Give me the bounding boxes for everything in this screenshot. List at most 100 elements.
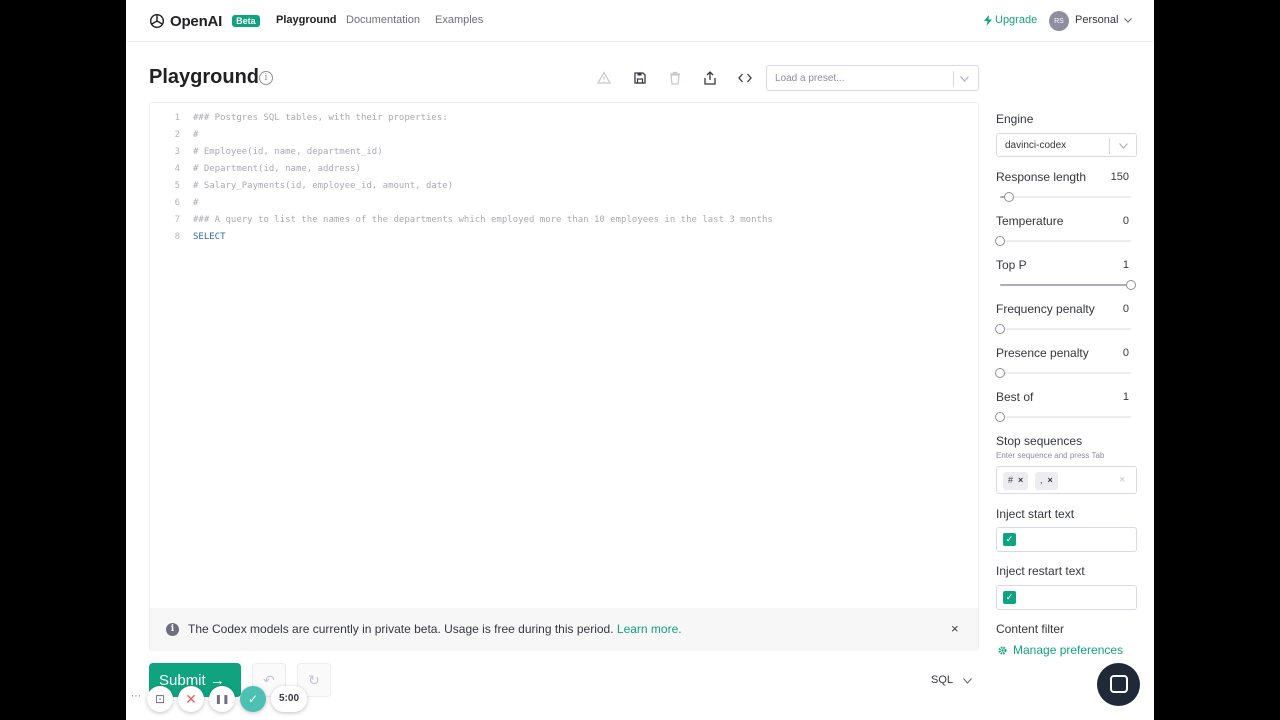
line-number: 4	[174, 164, 180, 174]
presence-penalty-slider[interactable]	[995, 368, 1133, 378]
openai-logo-icon	[149, 13, 165, 29]
save-icon[interactable]	[632, 70, 648, 86]
code-line: 6 #	[150, 198, 950, 215]
top-p-slider[interactable]	[996, 280, 1136, 290]
recording-timer: 5:00	[271, 686, 308, 712]
stop-sequences-input[interactable]: # × , × ×	[996, 466, 1137, 494]
best-of-label: Best of	[996, 390, 1034, 404]
upgrade-label: Upgrade	[995, 14, 1038, 26]
line-text: #	[193, 130, 199, 140]
engine-separator	[1109, 138, 1110, 154]
presence-penalty-value: 0	[1122, 347, 1129, 359]
app-window: OpenAI Beta Playground Documentation Exa…	[126, 0, 1154, 720]
nav-documentation[interactable]: Documentation	[346, 14, 420, 26]
content-filter-label: Content filter	[996, 622, 1065, 636]
inject-start-field[interactable]: ✓	[996, 527, 1137, 552]
info-icon[interactable]: i	[259, 71, 273, 85]
frequency-penalty-slider[interactable]	[995, 324, 1133, 334]
beta-badge: Beta	[232, 15, 260, 27]
warning-icon[interactable]	[596, 70, 612, 86]
inject-restart-label: Inject restart text	[996, 564, 1085, 578]
line-number: 8	[174, 232, 180, 242]
upgrade-link[interactable]: Upgrade	[984, 14, 1037, 26]
avatar[interactable]: RS	[1049, 11, 1069, 31]
more-icon[interactable]: ⋯	[130, 692, 142, 705]
language-select[interactable]: SQL	[931, 674, 972, 686]
code-line: 1 ### Postgres SQL tables, with their pr…	[150, 113, 950, 130]
stop-sequences-hint: Enter sequence and press Tab	[996, 451, 1105, 460]
chevron-down-icon	[1124, 17, 1133, 23]
inject-start-checkbox[interactable]: ✓	[1003, 533, 1016, 546]
cancel-recording-button[interactable]: ✕	[178, 686, 204, 712]
inject-start-label: Inject start text	[996, 507, 1075, 521]
trash-icon[interactable]	[667, 70, 683, 86]
manage-preferences-label: Manage preferences	[1013, 643, 1124, 657]
openai-logo[interactable]: OpenAI Beta	[148, 12, 260, 30]
prompt-editor[interactable]: 1 ### Postgres SQL tables, with their pr…	[149, 102, 979, 651]
stop-chip: # ×	[1003, 472, 1029, 490]
line-text: # Salary_Payments(id, employee_id, amoun…	[193, 181, 454, 191]
lightning-icon	[984, 14, 992, 26]
close-icon[interactable]: ×	[951, 621, 959, 636]
finish-recording-button[interactable]: ✓	[240, 686, 266, 712]
chip-remove-icon[interactable]: ×	[1048, 475, 1053, 485]
line-number: 1	[174, 113, 180, 123]
best-of-slider[interactable]	[995, 412, 1133, 422]
temperature-slider[interactable]	[995, 236, 1133, 246]
screen-recorder-toolbar: ⋯ ⊡ ✕ ❚❚ ✓ 5:00	[130, 684, 308, 714]
camera-icon[interactable]: ⊡	[147, 686, 173, 712]
engine-value: davinci-codex	[1005, 140, 1067, 151]
frequency-penalty-value: 0	[1122, 303, 1129, 315]
code-line: 2 #	[150, 130, 950, 147]
top-navigation: OpenAI Beta Playground Documentation Exa…	[126, 0, 1154, 42]
presence-penalty-label: Presence penalty	[996, 346, 1089, 360]
engine-select[interactable]: davinci-codex	[996, 133, 1137, 157]
line-number: 6	[174, 198, 180, 208]
code-view-icon[interactable]	[737, 70, 753, 86]
response-length-slider[interactable]	[996, 192, 1133, 202]
line-text: SELECT	[193, 232, 226, 242]
inject-restart-checkbox[interactable]: ✓	[1003, 591, 1016, 604]
chat-icon	[1110, 675, 1128, 693]
chevron-down-icon	[963, 678, 972, 684]
account-menu[interactable]: Personal	[1075, 14, 1133, 26]
top-p-value: 1	[1122, 259, 1129, 271]
chevron-down-icon	[960, 76, 969, 82]
banner-text: The Codex models are currently in privat…	[188, 622, 617, 636]
chip-label: ,	[1040, 475, 1043, 485]
gear-icon	[998, 645, 1007, 655]
response-length-value: 150	[1110, 171, 1129, 183]
learn-more-link[interactable]: Learn more.	[617, 622, 682, 636]
line-text: #	[193, 198, 199, 208]
chip-remove-icon[interactable]: ×	[1018, 475, 1023, 485]
code-line: 7 ### A query to list the names of the d…	[150, 215, 950, 232]
line-number: 7	[174, 215, 180, 225]
clear-icon[interactable]: ×	[1119, 474, 1125, 486]
share-icon[interactable]	[702, 70, 718, 86]
chat-support-button[interactable]	[1097, 663, 1140, 706]
banner-message: The Codex models are currently in privat…	[188, 622, 682, 636]
preset-separator	[953, 71, 954, 87]
pause-icon[interactable]: ❚❚	[209, 686, 235, 712]
code-line: 5 # Salary_Payments(id, employee_id, amo…	[150, 181, 950, 198]
page-title: Playground	[149, 66, 260, 88]
stop-sequences-label: Stop sequences	[996, 434, 1083, 448]
preset-placeholder: Load a preset...	[775, 73, 845, 84]
top-p-label: Top P	[996, 258, 1027, 272]
nav-examples[interactable]: Examples	[435, 14, 483, 26]
best-of-value: 1	[1122, 391, 1129, 403]
code-line: 3 # Employee(id, name, department_id)	[150, 147, 950, 164]
line-text: # Department(id, name, address)	[193, 164, 361, 174]
line-text: # Employee(id, name, department_id)	[193, 147, 383, 157]
engine-label: Engine	[996, 112, 1034, 126]
language-label: SQL	[931, 674, 954, 686]
temperature-label: Temperature	[996, 214, 1064, 228]
code-line: 8 SELECT	[150, 232, 950, 249]
temperature-value: 0	[1122, 215, 1129, 227]
chevron-down-icon	[1119, 143, 1128, 149]
inject-restart-field[interactable]: ✓	[996, 585, 1137, 610]
manage-preferences-link[interactable]: Manage preferences	[997, 643, 1123, 657]
preset-select[interactable]: Load a preset...	[766, 65, 979, 91]
logo-text: OpenAI	[170, 12, 223, 30]
nav-playground[interactable]: Playground	[276, 14, 337, 26]
